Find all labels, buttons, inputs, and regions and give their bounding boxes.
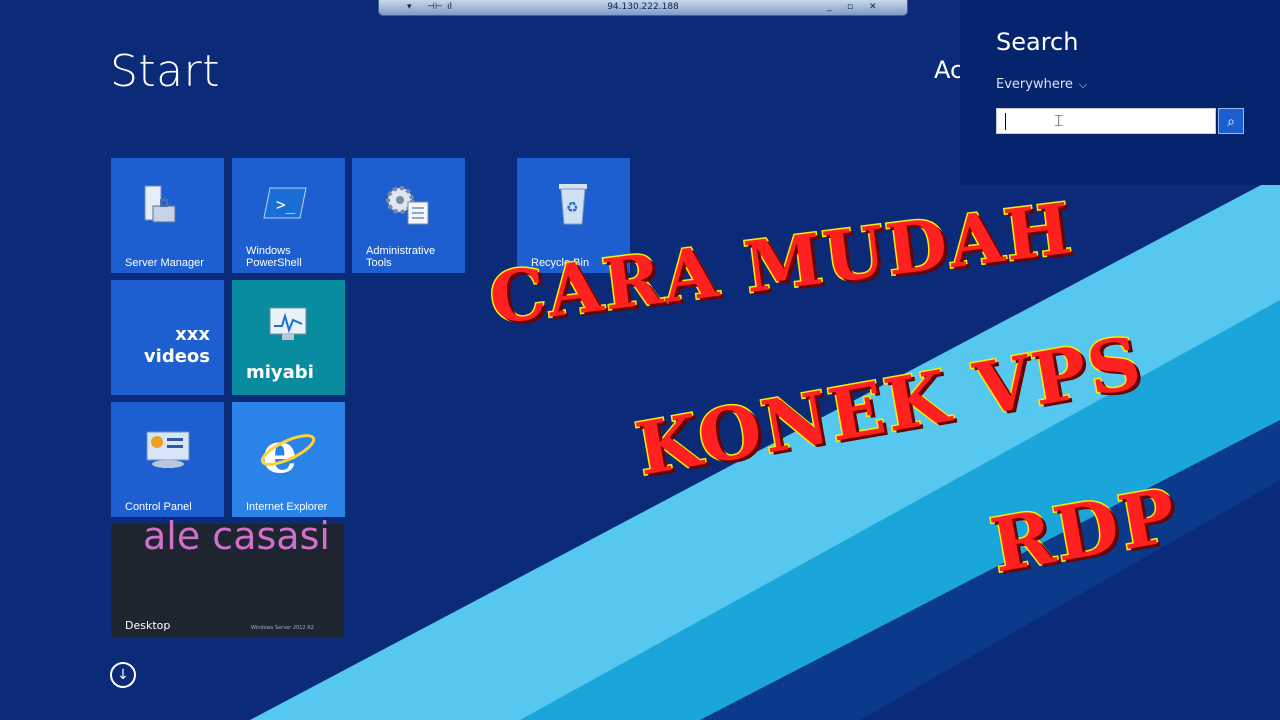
search-title: Search <box>996 28 1079 56</box>
windows-server-logo: Windows Server 2012 R2 <box>251 625 314 631</box>
watermark-text: ale casasi <box>143 514 330 558</box>
page-title: Start <box>110 46 220 97</box>
minimize-button[interactable]: _ <box>827 0 832 14</box>
tile-label: Desktop <box>125 619 171 632</box>
tile-server-manager[interactable]: Server Manager <box>111 158 224 273</box>
chevron-down-icon: ⌵ <box>1078 78 1088 91</box>
close-button[interactable]: ✕ <box>869 0 877 14</box>
account-name[interactable]: Ac <box>934 56 963 84</box>
control-panel-icon <box>146 431 190 468</box>
ibeam-cursor-icon: ⌶ <box>1054 111 1064 130</box>
overlay-text: xxx videos <box>144 324 210 368</box>
search-input[interactable]: ⌶ <box>996 108 1216 134</box>
search-button[interactable]: ⌕ <box>1218 108 1244 134</box>
text-caret <box>1005 113 1006 130</box>
tile-label: Control Panel <box>125 501 192 513</box>
tile-label: Windows PowerShell <box>246 245 302 269</box>
search-icon: ⌕ <box>1227 114 1235 130</box>
tile-label: Internet Explorer <box>246 501 328 513</box>
overlay-text: miyabi <box>246 362 314 383</box>
svg-text:>_: >_ <box>276 195 296 214</box>
search-charm: Search Everywhere ⌵ ⌶ ⌕ <box>960 0 1280 185</box>
search-scope-label: Everywhere <box>996 77 1073 92</box>
overlay-line: videos <box>143 346 210 367</box>
tile-administrative-tools[interactable]: Administrative Tools <box>352 158 465 273</box>
tile-windows-powershell[interactable]: >_ Windows PowerShell <box>232 158 345 273</box>
tile-control-panel[interactable]: Control Panel <box>111 402 224 517</box>
rdp-connection-bar: ▾ ⊣⊢ ıl 94.130.222.188 _ ▫ ✕ <box>378 0 908 16</box>
tile-performance-monitor[interactable]: miyabi <box>232 280 345 395</box>
tile-label: Server Manager <box>125 257 204 269</box>
restore-button[interactable]: ▫ <box>847 0 853 14</box>
internet-explorer-icon: e <box>260 420 316 486</box>
search-scope-dropdown[interactable]: Everywhere ⌵ <box>996 77 1087 92</box>
svg-text:♻: ♻ <box>566 200 579 216</box>
overlay-line: xxx <box>175 324 210 345</box>
tile-internet-explorer[interactable]: e Internet Explorer <box>232 402 345 517</box>
tile-overlay-videos[interactable]: xxx videos <box>111 280 224 395</box>
scroll-down-arrow-icon[interactable]: ↓ <box>110 662 136 688</box>
tile-label: Administrative Tools <box>366 245 436 269</box>
server-manager-icon <box>144 185 176 223</box>
